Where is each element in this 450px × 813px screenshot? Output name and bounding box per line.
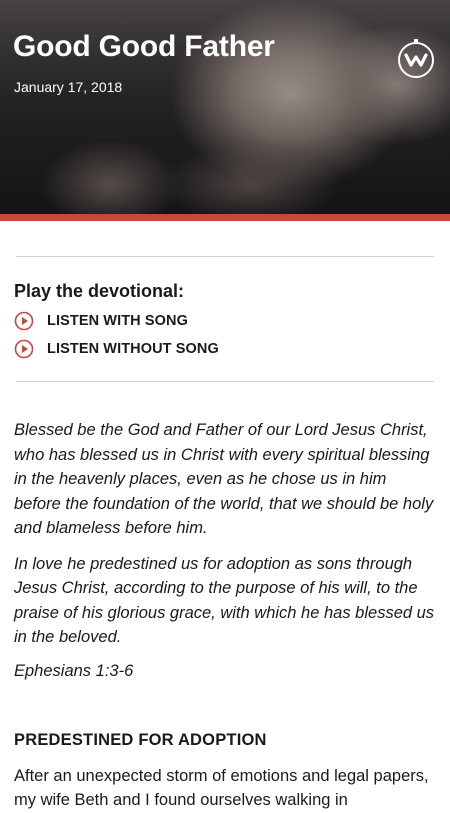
scripture-paragraph: In love he predestined us for adoption a… bbox=[14, 554, 435, 647]
listen-without-song-link[interactable]: LISTEN WITHOUT SONG bbox=[14, 339, 436, 359]
accent-bar bbox=[0, 214, 450, 221]
listen-without-song-label: LISTEN WITHOUT SONG bbox=[47, 341, 219, 357]
hero-banner: Good Good Father January 17, 2018 bbox=[0, 0, 450, 214]
scripture-reference: Ephesians 1:3-6 bbox=[14, 661, 134, 680]
play-devotional-section: Play the devotional: LISTEN WITH SONG LI… bbox=[0, 257, 450, 359]
scripture-paragraph: Blessed be the God and Father of our Lor… bbox=[14, 421, 434, 537]
page-title: Good Good Father bbox=[13, 30, 275, 63]
scripture-passage: Blessed be the God and Father of our Lor… bbox=[0, 418, 450, 650]
listen-with-song-label: LISTEN WITH SONG bbox=[47, 313, 188, 329]
play-circle-icon bbox=[14, 339, 34, 359]
play-circle-icon bbox=[14, 311, 34, 331]
play-devotional-heading: Play the devotional: bbox=[14, 281, 185, 301]
body-paragraph: After an unexpected storm of emotions an… bbox=[14, 766, 429, 810]
section-heading: PREDESTINED FOR ADOPTION bbox=[14, 730, 267, 749]
ministry-logo-icon[interactable] bbox=[398, 39, 434, 78]
listen-with-song-link[interactable]: LISTEN WITH SONG bbox=[14, 311, 436, 331]
publish-date: January 17, 2018 bbox=[14, 79, 123, 95]
